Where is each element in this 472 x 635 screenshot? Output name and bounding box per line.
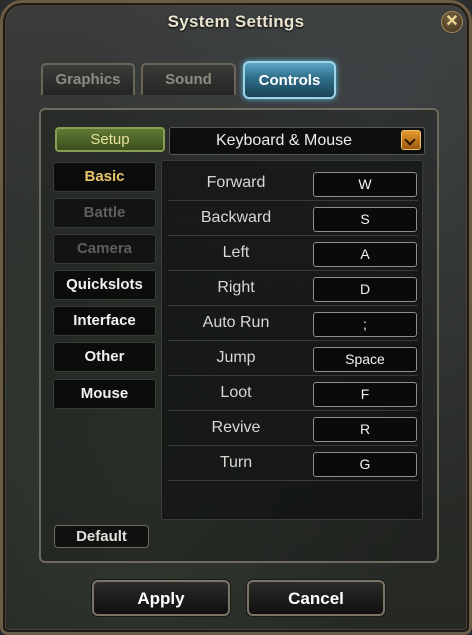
- category-interface[interactable]: Interface: [53, 306, 156, 336]
- action-label: Auto Run: [202, 314, 270, 331]
- category-basic[interactable]: Basic: [53, 162, 156, 192]
- setup-label: Setup: [55, 127, 165, 152]
- key-button[interactable]: ;: [313, 312, 417, 337]
- key-button[interactable]: S: [313, 207, 417, 232]
- key-button[interactable]: G: [313, 452, 417, 477]
- key-button[interactable]: A: [313, 242, 417, 267]
- system-settings-window: System Settings ✕ Graphics Sound Control…: [0, 0, 472, 635]
- keybinding-row: Forward W: [168, 166, 418, 201]
- key-button[interactable]: Space: [313, 347, 417, 372]
- action-label: Right: [217, 279, 255, 296]
- keybinding-list: Forward W Backward S Left A Right D Auto…: [161, 160, 423, 520]
- keybinding-row: Backward S: [168, 201, 418, 236]
- key-button[interactable]: F: [313, 382, 417, 407]
- action-label: Forward: [206, 174, 266, 191]
- chevron-down-icon[interactable]: [401, 130, 421, 150]
- keybinding-row: Left A: [168, 236, 418, 271]
- cancel-button[interactable]: Cancel: [247, 580, 385, 616]
- key-button[interactable]: W: [313, 172, 417, 197]
- keybinding-row: Turn G: [168, 446, 418, 481]
- action-label: Revive: [211, 419, 261, 436]
- apply-button[interactable]: Apply: [92, 580, 230, 616]
- action-label: Loot: [220, 384, 252, 401]
- keybinding-row: Right D: [168, 271, 418, 306]
- keybinding-row: Loot F: [168, 376, 418, 411]
- category-battle[interactable]: Battle: [53, 198, 156, 228]
- keybinding-row: Revive R: [168, 411, 418, 446]
- input-device-value: Keyboard & Mouse: [215, 132, 353, 149]
- key-button[interactable]: R: [313, 417, 417, 442]
- default-button[interactable]: Default: [54, 525, 149, 548]
- key-button[interactable]: D: [313, 277, 417, 302]
- category-mouse[interactable]: Mouse: [53, 379, 156, 409]
- window-title: System Settings: [167, 12, 305, 31]
- action-label: Turn: [219, 454, 253, 471]
- tab-graphics[interactable]: Graphics: [41, 63, 135, 95]
- action-label: Backward: [200, 209, 272, 226]
- action-label: Jump: [216, 349, 256, 366]
- keybinding-row: Auto Run ;: [168, 306, 418, 341]
- category-camera[interactable]: Camera: [53, 234, 156, 264]
- tab-sound[interactable]: Sound: [141, 63, 236, 95]
- action-label: Left: [222, 244, 250, 261]
- category-other[interactable]: Other: [53, 342, 156, 372]
- input-device-dropdown[interactable]: Keyboard & Mouse: [169, 127, 425, 155]
- keybinding-row: Jump Space: [168, 341, 418, 376]
- tab-controls[interactable]: Controls: [243, 61, 336, 99]
- close-icon[interactable]: ✕: [441, 11, 463, 33]
- category-quickslots[interactable]: Quickslots: [53, 270, 156, 300]
